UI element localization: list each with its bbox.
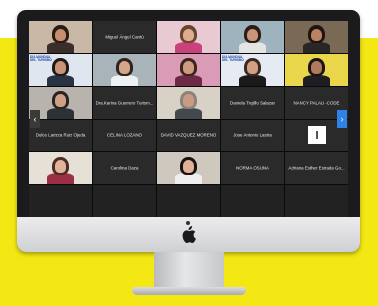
participant-name: Adriana Esther Estrada Go...: [288, 165, 345, 171]
participant-video: [29, 21, 92, 53]
participant-name: Miguel Ángel Cantú: [105, 34, 144, 40]
apple-logo-icon: [182, 226, 196, 243]
participant-video: DÍA MUNDIAL DEL TURISMO: [221, 53, 284, 86]
participant-video: [157, 21, 220, 53]
participant-name: Jose Antonio Lastra: [233, 132, 272, 138]
monitor: Miguel Ángel Cantú DÍA MUNDIAL DEL TURISM…: [17, 10, 360, 252]
participant-tile[interactable]: DAVID VAZQUEZ MORENO: [157, 119, 220, 152]
event-banner: DÍA MUNDIAL DEL TURISMO: [30, 54, 52, 63]
participant-video: [157, 86, 220, 119]
participant-tile[interactable]: NORMA OSUNA: [221, 152, 284, 185]
participant-tile[interactable]: [221, 185, 284, 217]
participant-tile[interactable]: [285, 185, 348, 217]
participant-video: [29, 152, 92, 185]
participant-tile[interactable]: DÍA MUNDIAL DEL TURISMO: [29, 53, 92, 86]
participant-video: [93, 53, 156, 86]
monitor-stand-base: [132, 287, 246, 295]
participant-name: Dra.Karina Guerrero Turism...: [95, 100, 154, 106]
event-banner: DÍA MUNDIAL DEL TURISMO: [222, 54, 244, 63]
participant-video: [285, 21, 348, 53]
participant-tile[interactable]: [285, 21, 348, 53]
participant-tile[interactable]: [157, 53, 220, 86]
participant-tile[interactable]: [29, 185, 92, 217]
monitor-chin: [17, 217, 360, 252]
participant-tile[interactable]: [285, 53, 348, 86]
video-call-screen: Miguel Ángel Cantú DÍA MUNDIAL DEL TURISM…: [29, 21, 348, 217]
participant-tile[interactable]: Miguel Ángel Cantú: [93, 21, 156, 53]
participant-name: NORMA OSUNA: [236, 165, 269, 171]
participant-grid: Miguel Ángel Cantú DÍA MUNDIAL DEL TURISM…: [29, 21, 348, 217]
participant-tile[interactable]: Adriana Esther Estrada Go...: [285, 152, 348, 185]
participant-name: DAVID VAZQUEZ MORENO: [160, 132, 217, 138]
participant-video: [221, 21, 284, 53]
participant-tile[interactable]: [157, 152, 220, 185]
participant-video: [157, 152, 220, 185]
participant-tile[interactable]: [221, 21, 284, 53]
participant-tile[interactable]: [157, 21, 220, 53]
participant-tile[interactable]: [29, 152, 92, 185]
camera-dot: [186, 221, 190, 225]
chevron-right-icon[interactable]: ›: [337, 110, 347, 128]
participant-video: [157, 53, 220, 86]
participant-name: Dulce Larizza Ruiz Ojeda: [35, 132, 86, 138]
participant-tile[interactable]: [93, 53, 156, 86]
participant-tile[interactable]: [93, 185, 156, 217]
participant-tile[interactable]: DÍA MUNDIAL DEL TURISMO: [221, 53, 284, 86]
participant-tile[interactable]: Jose Antonio Lastra: [221, 119, 284, 152]
participant-name: Carolina Daza: [110, 165, 139, 171]
chevron-left-icon[interactable]: ‹: [30, 110, 40, 128]
participant-tile[interactable]: Dra.Karina Guerrero Turism...: [93, 86, 156, 119]
participant-name: NANCY PALAU -CODE: [293, 100, 340, 106]
participant-video: [285, 53, 348, 86]
participant-tile[interactable]: [157, 185, 220, 217]
participant-tile[interactable]: Daniela Trujillo Salazar: [221, 86, 284, 119]
profile-logo: [307, 126, 326, 145]
participant-tile[interactable]: Carolina Daza: [93, 152, 156, 185]
participant-tile[interactable]: [157, 86, 220, 119]
participant-name: Daniela Trujillo Salazar: [230, 100, 275, 106]
participant-name: CELINA LOZANO: [107, 132, 142, 138]
participant-video: DÍA MUNDIAL DEL TURISMO: [29, 53, 92, 86]
participant-tile[interactable]: CELINA LOZANO: [93, 119, 156, 152]
monitor-stand-neck: [154, 252, 224, 290]
participant-tile[interactable]: [29, 21, 92, 53]
